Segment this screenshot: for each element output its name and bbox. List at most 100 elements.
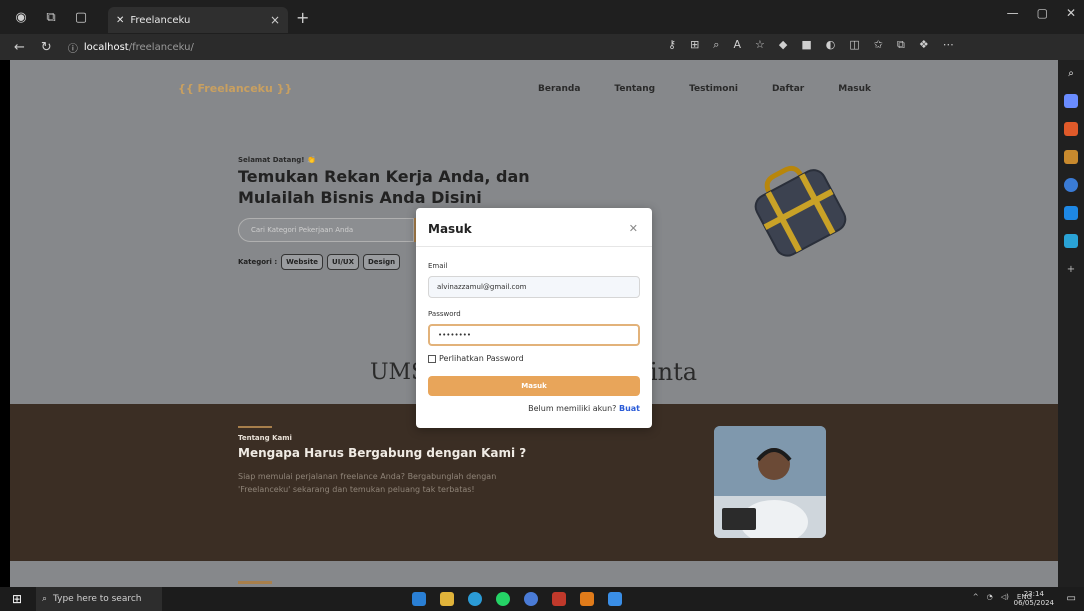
nav-item-masuk[interactable]: Masuk: [838, 84, 871, 94]
wifi-icon[interactable]: ◔: [987, 593, 993, 601]
sidebar-app-icon[interactable]: [1064, 234, 1078, 248]
taskbar-search-input[interactable]: ⌕ Type here to search: [36, 587, 162, 611]
sidebar-app-icon[interactable]: [1064, 150, 1078, 164]
login-modal: Masuk ✕ Email alvinazzamul@gmail.com Pas…: [416, 208, 652, 428]
tab-title: Freelanceku: [130, 14, 191, 26]
minimize-icon[interactable]: —: [1007, 6, 1019, 20]
email-label: Email: [428, 262, 448, 270]
file-explorer-icon[interactable]: [440, 592, 454, 606]
section-accent-line: [238, 581, 272, 584]
next-section: [10, 561, 1058, 587]
suitcase-illustration: [754, 165, 847, 257]
tab-close-icon[interactable]: ×: [270, 13, 280, 27]
show-password-label: Perlihatkan Password: [439, 354, 524, 363]
about-photo: [714, 426, 826, 538]
category-chip-website[interactable]: Website: [281, 254, 324, 270]
xampp-icon[interactable]: [580, 592, 594, 606]
about-tag: Tentang Kami: [238, 434, 292, 442]
search-icon[interactable]: ⌕: [1064, 66, 1078, 80]
tab-favicon-icon: ✕: [116, 14, 125, 26]
volume-icon[interactable]: ◁): [1001, 593, 1009, 601]
extension-icon[interactable]: ◆: [779, 38, 787, 52]
chrome-icon[interactable]: [524, 592, 538, 606]
category-search-input[interactable]: Cari Kategori Pekerjaan Anda: [238, 218, 414, 242]
add-icon[interactable]: +: [1064, 262, 1078, 276]
sidebar-app-icon[interactable]: [1064, 206, 1078, 220]
modal-divider: [416, 246, 652, 247]
clock-time: 23:14: [1023, 590, 1044, 598]
maximize-icon[interactable]: ▢: [1037, 6, 1048, 20]
zoom-icon[interactable]: ⌕: [713, 38, 719, 52]
more-icon[interactable]: ⋯: [943, 38, 954, 52]
sidebar-app-icon[interactable]: [1064, 178, 1078, 192]
category-chip-uiux[interactable]: UI/UX: [327, 254, 359, 270]
whatsapp-icon[interactable]: [496, 592, 510, 606]
register-prompt-text: Belum memiliki akun?: [528, 404, 617, 413]
back-icon[interactable]: ←: [14, 40, 25, 55]
address-bar-icons: ⚷ ⊞ ⌕ A ☆ ◆ ■ ◐ ◫ ✩ ⧉ ❖ ⋯: [668, 38, 954, 52]
section-accent-line: [238, 426, 272, 428]
nav-item-daftar[interactable]: Daftar: [772, 84, 804, 94]
address-bar: ← ↻ ⓘ localhost/freelanceku/ ⚷ ⊞ ⌕ A ☆ ◆…: [0, 34, 1084, 60]
taskbar-search-placeholder: Type here to search: [53, 594, 142, 604]
collections-icon[interactable]: ⧉: [40, 6, 62, 28]
about-text: Siap memulai perjalanan freelance Anda? …: [238, 472, 497, 494]
search-icon: ⌕: [42, 594, 48, 604]
site-logo[interactable]: {{ Freelanceku }}: [178, 82, 292, 95]
categories-label: Kategori :: [238, 258, 278, 266]
password-field[interactable]: ••••••••: [428, 324, 640, 346]
app-available-icon[interactable]: ⊞: [690, 38, 699, 52]
nav-item-beranda[interactable]: Beranda: [538, 84, 580, 94]
about-title: Mengapa Harus Bergabung dengan Kami ?: [238, 446, 527, 460]
nav-item-testimoni[interactable]: Testimoni: [689, 84, 738, 94]
tab-actions-icon[interactable]: ▢: [70, 6, 92, 28]
nav-item-tentang[interactable]: Tentang: [614, 84, 655, 94]
close-window-icon[interactable]: ✕: [1066, 6, 1076, 20]
email-field[interactable]: alvinazzamul@gmail.com: [428, 276, 640, 298]
extension-icon[interactable]: ◐: [826, 38, 836, 52]
profile-icon[interactable]: ◉: [10, 6, 32, 28]
url-field[interactable]: ⓘ localhost/freelanceku/: [68, 37, 688, 57]
tray-expand-icon[interactable]: ^: [973, 593, 979, 601]
taskbar-clock[interactable]: 23:14 06/05/2024: [1014, 590, 1054, 608]
notification-icon[interactable]: ▭: [1067, 593, 1076, 604]
read-aloud-icon[interactable]: A: [733, 38, 741, 52]
extension-icon[interactable]: ■: [801, 38, 811, 52]
windows-taskbar: ⊞ ⌕ Type here to search ^ ◔ ◁) ENG 23:14…: [0, 587, 1084, 611]
url-path: /freelanceku/: [128, 41, 194, 53]
register-prompt: Belum memiliki akun? Buat: [528, 404, 640, 413]
hero-headline: Temukan Rekan Kerja Anda, dan Mulailah B…: [238, 167, 530, 207]
page-viewport: {{ Freelanceku }} Beranda Tentang Testim…: [10, 60, 1058, 587]
window-controls: — ▢ ✕: [1007, 6, 1076, 20]
show-password-checkbox[interactable]: [428, 354, 436, 363]
modal-close-icon[interactable]: ✕: [629, 222, 638, 235]
password-label: Password: [428, 310, 461, 318]
vscode-icon[interactable]: [412, 592, 426, 606]
person-headset-image: [714, 426, 826, 538]
sidebar-app-icon[interactable]: [1064, 122, 1078, 136]
register-link[interactable]: Buat: [619, 404, 640, 413]
browser-tab-bar: ◉ ⧉ ▢ ✕ Freelanceku × + — ▢ ✕: [0, 0, 1084, 34]
app-icon[interactable]: [608, 592, 622, 606]
category-chip-design[interactable]: Design: [362, 254, 401, 270]
split-screen-icon[interactable]: ◫: [849, 38, 859, 52]
new-tab-icon[interactable]: +: [296, 8, 309, 27]
app-icon[interactable]: [552, 592, 566, 606]
login-button[interactable]: Masuk: [428, 376, 640, 396]
edge-icon[interactable]: [468, 592, 482, 606]
url-host: localhost: [83, 41, 129, 53]
favorites-icon[interactable]: ✩: [874, 38, 883, 52]
copilot-icon[interactable]: ❖: [919, 38, 929, 52]
refresh-icon[interactable]: ↻: [41, 40, 52, 55]
windows-start-icon[interactable]: ⊞: [6, 592, 28, 606]
favorite-star-icon[interactable]: ☆: [755, 38, 765, 52]
site-info-icon[interactable]: ⓘ: [68, 40, 78, 55]
key-icon[interactable]: ⚷: [668, 38, 676, 52]
browser-tab[interactable]: ✕ Freelanceku ×: [108, 7, 288, 33]
collections-icon[interactable]: ⧉: [897, 38, 905, 52]
show-password-row[interactable]: Perlihatkan Password: [428, 354, 524, 363]
sidebar-app-icon[interactable]: [1064, 94, 1078, 108]
taskbar-apps: [412, 592, 622, 606]
welcome-text: Selamat Datang! 👏: [238, 156, 316, 164]
edge-sidebar: ⌕ +: [1058, 60, 1084, 587]
